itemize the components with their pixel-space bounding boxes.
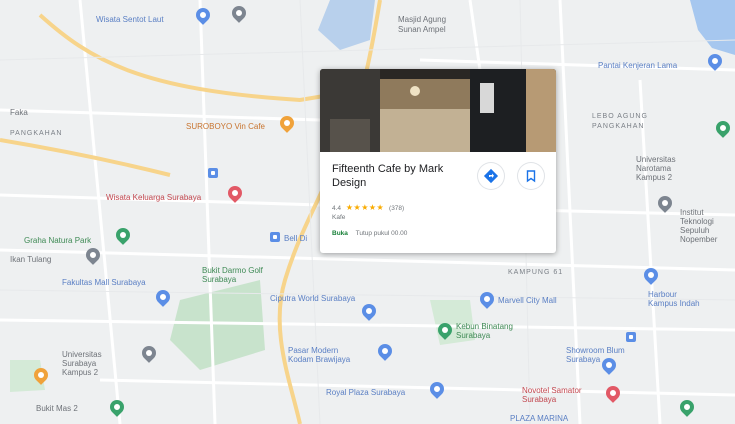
place-label[interactable]: Sunan Ampel xyxy=(398,25,446,34)
place-info-card[interactable]: Fifteenth Cafe by Mark Design 4.4 ★★★★★ … xyxy=(320,69,556,253)
place-label[interactable]: Masjid Agung xyxy=(398,15,446,24)
area-label: PANGKAHAN xyxy=(10,130,63,137)
area-label: PANGKAHAN xyxy=(592,123,645,130)
directions-button[interactable] xyxy=(478,163,504,189)
place-label[interactable]: Bukit Darmo Golf Surabaya xyxy=(202,266,266,284)
place-label[interactable]: Faka xyxy=(10,108,28,117)
place-label[interactable]: Universitas Surabaya Kampus 2 xyxy=(62,350,122,377)
shop-icon[interactable] xyxy=(270,232,280,242)
place-label[interactable]: Bell Di xyxy=(284,234,307,243)
place-label[interactable]: Marvell City Mall xyxy=(498,296,557,305)
place-label[interactable]: Institut Teknologi Sepuluh Nopember xyxy=(680,208,730,244)
area-label: LEBO AGUNG xyxy=(592,113,648,120)
rating-row: 4.4 ★★★★★ (378) xyxy=(332,203,404,212)
place-label[interactable]: PLAZA MARINA xyxy=(510,414,568,423)
place-category: Kafe xyxy=(332,214,346,221)
place-label[interactable]: Novotel Samator Surabaya xyxy=(522,386,604,404)
transit-icon[interactable] xyxy=(208,168,218,178)
place-label[interactable]: Graha Natura Park xyxy=(24,236,91,245)
place-label[interactable]: Ciputra World Surabaya xyxy=(270,294,355,303)
place-label[interactable]: Kebun Binatang Surabaya xyxy=(456,322,518,340)
place-label[interactable]: Royal Plaza Surabaya xyxy=(326,388,405,397)
hotel-icon[interactable] xyxy=(626,332,636,342)
place-label[interactable]: Ikan Tulang xyxy=(10,255,51,264)
place-label[interactable]: Wisata Keluarga Surabaya xyxy=(106,193,201,202)
place-label[interactable]: Pantai Kenjeran Lama xyxy=(598,61,677,70)
area-label: KAMPUNG 61 xyxy=(508,269,564,276)
place-label[interactable]: SUROBOYO Vin Cafe xyxy=(186,122,265,131)
place-title: Fifteenth Cafe by Mark Design xyxy=(332,163,444,189)
place-label[interactable]: Wisata Sentot Laut xyxy=(96,15,164,24)
review-count[interactable]: (378) xyxy=(389,205,404,212)
closing-time: Tutup pukul 00.00 xyxy=(355,230,408,237)
bookmark-icon xyxy=(526,170,536,183)
place-label[interactable]: Fakultas Mall Surabaya xyxy=(62,278,146,287)
place-label[interactable]: Universitas Narotama Kampus 2 xyxy=(636,155,690,182)
place-label[interactable]: Showroom Blum Surabaya xyxy=(566,346,632,364)
open-status: Buka xyxy=(332,230,348,237)
place-label[interactable]: Harbour Kampus Indah xyxy=(648,290,700,308)
hours-row[interactable]: Buka Tutup pukul 00.00 xyxy=(332,230,407,237)
save-button[interactable] xyxy=(518,163,544,189)
directions-icon xyxy=(483,168,499,184)
map-canvas[interactable]: PANGKAHAN LEBO AGUNG PANGKAHAN KAMPUNG 6… xyxy=(0,0,735,424)
place-label[interactable]: Pasar Modern Kodam Brawijaya xyxy=(288,346,356,364)
rating-stars: ★★★★★ xyxy=(345,203,385,212)
place-photo[interactable] xyxy=(320,69,556,152)
rating-value: 4.4 xyxy=(332,205,342,212)
place-label[interactable]: Bukit Mas 2 xyxy=(36,404,78,413)
